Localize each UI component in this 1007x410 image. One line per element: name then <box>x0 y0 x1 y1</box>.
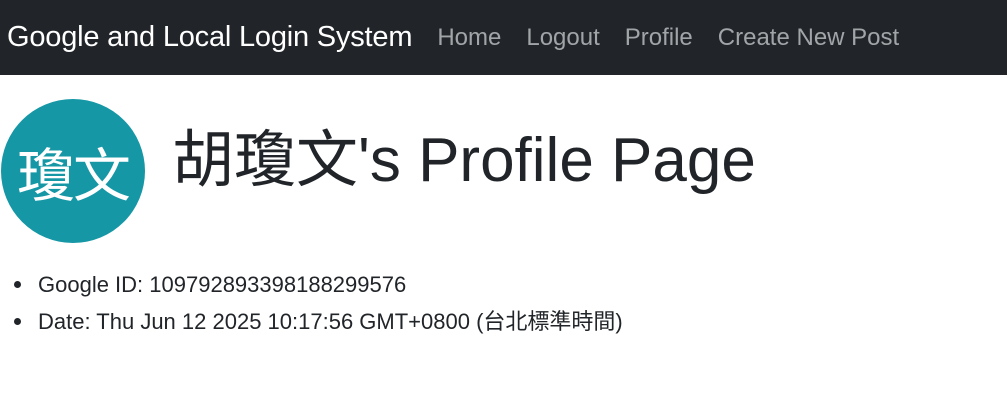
top-navbar: Google and Local Login System Home Logou… <box>0 0 1007 75</box>
google-id-item: Google ID: 109792893398188299576 <box>14 266 623 303</box>
profile-details-list: Google ID: 109792893398188299576 Date: T… <box>0 266 623 340</box>
nav-link-home[interactable]: Home <box>437 25 501 50</box>
page-title: 胡瓊文's Profile Page <box>172 126 756 195</box>
nav-link-create-new-post[interactable]: Create New Post <box>718 25 899 50</box>
nav-link-logout[interactable]: Logout <box>526 25 599 50</box>
navbar-brand[interactable]: Google and Local Login System <box>7 23 413 52</box>
avatar: 瓊文 <box>1 99 145 243</box>
date-item: Date: Thu Jun 12 2025 10:17:56 GMT+0800 … <box>14 303 623 340</box>
nav-link-profile[interactable]: Profile <box>625 25 693 50</box>
